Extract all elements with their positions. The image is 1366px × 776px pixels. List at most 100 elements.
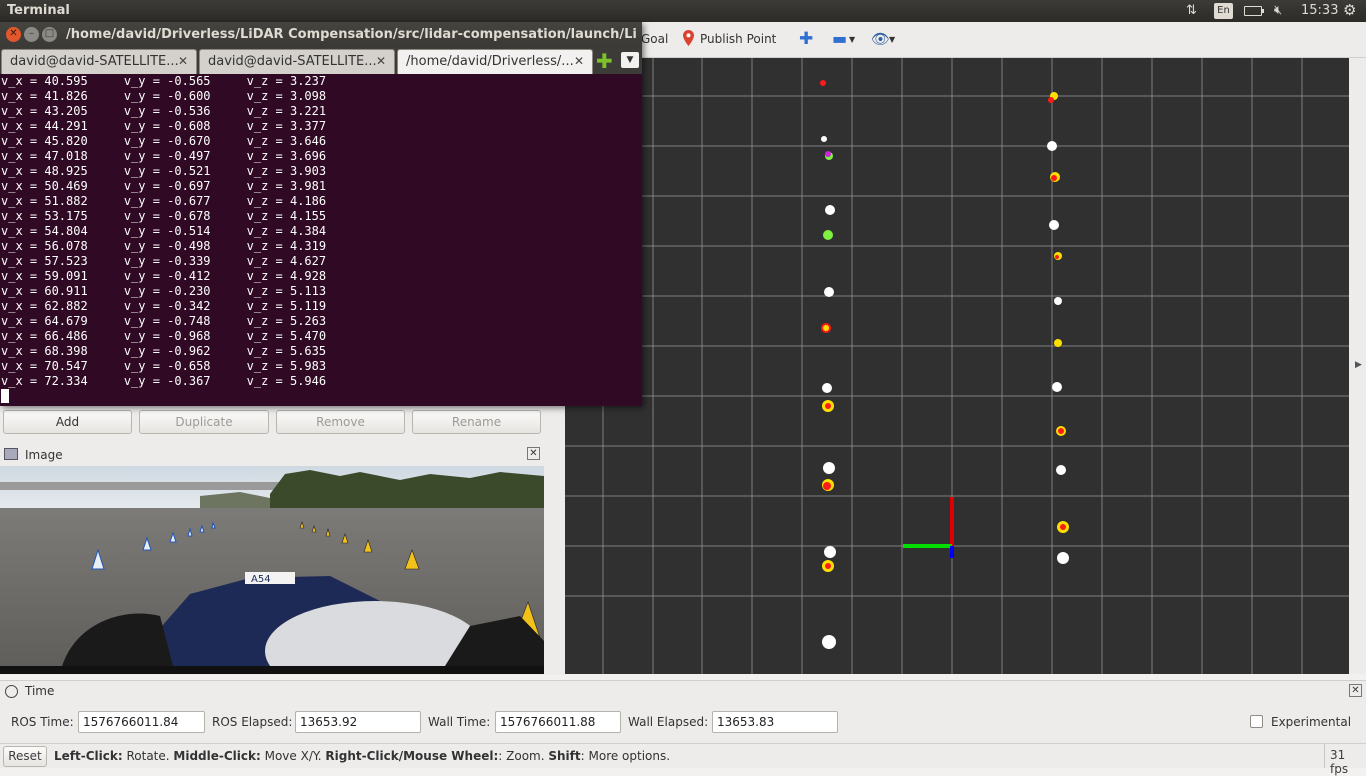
terminal-output-line: v_x = 66.486 v_y = -0.968 v_z = 5.470	[1, 329, 327, 343]
terminal-output-line: v_x = 54.804 v_y = -0.514 v_z = 4.384	[1, 224, 327, 238]
experimental-label: Experimental	[1271, 715, 1352, 729]
new-tab-plus-icon[interactable]: ✚	[596, 51, 613, 71]
base-link-axes	[903, 497, 954, 558]
terminal-output-line: v_x = 40.595 v_y = -0.565 v_z = 3.237	[1, 74, 327, 88]
chevron-down-icon[interactable]: ▼	[889, 35, 895, 44]
time-panel: Time ✕ ROS Time: 1576766011.84 ROS Elaps…	[0, 680, 1366, 743]
map-pin-icon[interactable]	[683, 30, 694, 49]
terminal-output-line: v_x = 50.469 v_y = -0.697 v_z = 3.981	[1, 179, 327, 193]
minimize-window-icon[interactable]: –	[24, 27, 39, 42]
eye-icon[interactable]: 👁︎	[871, 30, 890, 48]
cone-marker-white	[824, 546, 836, 558]
terminal-window[interactable]: ✕ – □ /home/david/Driverless/LiDAR Compe…	[0, 22, 642, 406]
wall-time-field[interactable]: 1576766011.88	[495, 711, 621, 733]
terminal-tab-bar: david@david-SATELLITE... ✕ david@david-S…	[0, 48, 642, 74]
terminal-output[interactable]: v_x = 40.595 v_y = -0.565 v_z = 3.237 v_x…	[0, 74, 642, 406]
car-number: A54	[251, 574, 271, 585]
terminal-output-line: v_x = 57.523 v_y = -0.339 v_z = 4.627	[1, 254, 327, 268]
cone-marker-magenta	[825, 151, 831, 157]
ros-time-label: ROS Time:	[11, 715, 74, 729]
app-title: Terminal	[7, 3, 70, 18]
keyboard-layout-indicator[interactable]: En	[1214, 3, 1233, 19]
close-icon[interactable]: ✕	[376, 54, 386, 68]
publish-point-tool[interactable]: Publish Point	[700, 32, 776, 46]
sync-arrows-icon[interactable]: ⇅	[1186, 3, 1197, 18]
cone-marker-green	[823, 230, 833, 240]
cone-marker-white	[822, 383, 832, 393]
tab-menu-chevron-down-icon[interactable]: ▼	[621, 52, 639, 68]
ros-elapsed-field[interactable]: 13653.92	[295, 711, 421, 733]
chevron-right-icon[interactable]: ▶	[1355, 360, 1362, 370]
terminal-titlebar[interactable]: ✕ – □ /home/david/Driverless/LiDAR Compe…	[0, 22, 642, 48]
terminal-output-line: v_x = 62.882 v_y = -0.342 v_z = 5.119	[1, 299, 327, 313]
terminal-tab[interactable]: david@david-SATELLITE... ✕	[1, 49, 197, 74]
battery-icon[interactable]	[1244, 6, 1264, 16]
cone-marker-white	[1052, 382, 1062, 392]
3d-scene[interactable]	[565, 58, 1349, 674]
terminal-output-line: v_x = 43.205 v_y = -0.536 v_z = 3.221	[1, 104, 327, 118]
system-top-bar: Terminal ⇅ En 🔇︎ 15:33 ⚙	[0, 0, 1366, 22]
close-icon[interactable]: ✕	[527, 447, 540, 460]
terminal-tab-label: david@david-SATELLITE...	[208, 54, 377, 69]
clock-icon	[5, 685, 18, 698]
cone-marker-yellow	[1054, 339, 1062, 347]
ros-elapsed-label: ROS Elapsed:	[212, 715, 293, 729]
views-panel-handle[interactable]: ▶	[1349, 58, 1366, 674]
image-panel-title: Image	[25, 448, 63, 462]
time-panel-title: Time	[25, 684, 55, 698]
remove-tool-icon[interactable]: ▬	[832, 29, 847, 48]
close-icon[interactable]: ✕	[178, 54, 188, 68]
cone-marker-red	[1048, 97, 1054, 103]
ros-time-field[interactable]: 1576766011.84	[78, 711, 205, 733]
terminal-output-line: v_x = 72.334 v_y = -0.367 v_z = 5.946	[1, 374, 327, 388]
remove-display-button[interactable]: Remove	[276, 410, 405, 434]
terminal-output-line: v_x = 53.175 v_y = -0.678 v_z = 4.155	[1, 209, 327, 223]
close-window-icon[interactable]: ✕	[6, 27, 21, 42]
terminal-output-line: v_x = 41.826 v_y = -0.600 v_z = 3.098	[1, 89, 327, 103]
experimental-checkbox[interactable]	[1250, 715, 1263, 728]
2d-nav-goal-tool[interactable]: Goal	[641, 32, 668, 46]
image-icon	[4, 448, 18, 460]
terminal-output-line: v_x = 51.882 v_y = -0.677 v_z = 4.186	[1, 194, 327, 208]
status-bar: Reset Left-Click: Rotate. Middle-Click: …	[0, 743, 1366, 776]
add-display-button[interactable]: Add	[3, 410, 132, 434]
maximize-window-icon[interactable]: □	[42, 27, 57, 42]
cone-marker-red	[825, 403, 831, 409]
cone-marker-white	[825, 205, 835, 215]
close-icon[interactable]: ✕	[1349, 684, 1362, 697]
chevron-down-icon[interactable]: ▼	[849, 35, 855, 44]
wall-elapsed-label: Wall Elapsed:	[628, 715, 709, 729]
cone-marker-red	[823, 482, 831, 490]
close-icon[interactable]: ✕	[574, 54, 584, 68]
add-tool-icon[interactable]: ✚	[799, 29, 813, 49]
cone-marker-white	[824, 287, 834, 297]
terminal-cursor	[1, 389, 9, 403]
wall-elapsed-field[interactable]: 13653.83	[712, 711, 838, 733]
cone-marker-white	[1049, 220, 1059, 230]
volume-muted-icon[interactable]: 🔇︎	[1274, 3, 1282, 18]
terminal-tab-active[interactable]: /home/david/Driverless/... ✕	[397, 49, 593, 74]
clock-time[interactable]: 15:33	[1301, 3, 1338, 18]
duplicate-display-button[interactable]: Duplicate	[139, 410, 269, 434]
wall-time-label: Wall Time:	[428, 715, 491, 729]
terminal-tab-label: /home/david/Driverless/...	[406, 54, 574, 69]
terminal-tab-label: david@david-SATELLITE...	[10, 54, 179, 69]
terminal-output-line: v_x = 48.925 v_y = -0.521 v_z = 3.903	[1, 164, 327, 178]
fps-counter: 31 fps	[1324, 744, 1366, 776]
cone-marker-red	[1051, 175, 1057, 181]
cone-marker-red	[820, 80, 826, 86]
cone-marker-red	[1055, 255, 1059, 259]
terminal-output-line: v_x = 47.018 v_y = -0.497 v_z = 3.696	[1, 149, 327, 163]
rviz-3d-view[interactable]	[565, 58, 1349, 674]
cone-marker-white	[822, 635, 836, 649]
cone-marker-red	[1060, 524, 1066, 530]
terminal-output-line: v_x = 56.078 v_y = -0.498 v_z = 4.319	[1, 239, 327, 253]
reset-button[interactable]: Reset	[3, 746, 47, 767]
image-panel: Image ✕ A54	[0, 444, 546, 675]
terminal-output-line: v_x = 44.291 v_y = -0.608 v_z = 3.377	[1, 119, 327, 133]
gear-icon[interactable]: ⚙	[1343, 1, 1356, 19]
terminal-tab[interactable]: david@david-SATELLITE... ✕	[199, 49, 395, 74]
cone-marker-white	[1057, 552, 1069, 564]
rename-display-button[interactable]: Rename	[412, 410, 541, 434]
camera-feed-image: A54	[0, 466, 544, 674]
